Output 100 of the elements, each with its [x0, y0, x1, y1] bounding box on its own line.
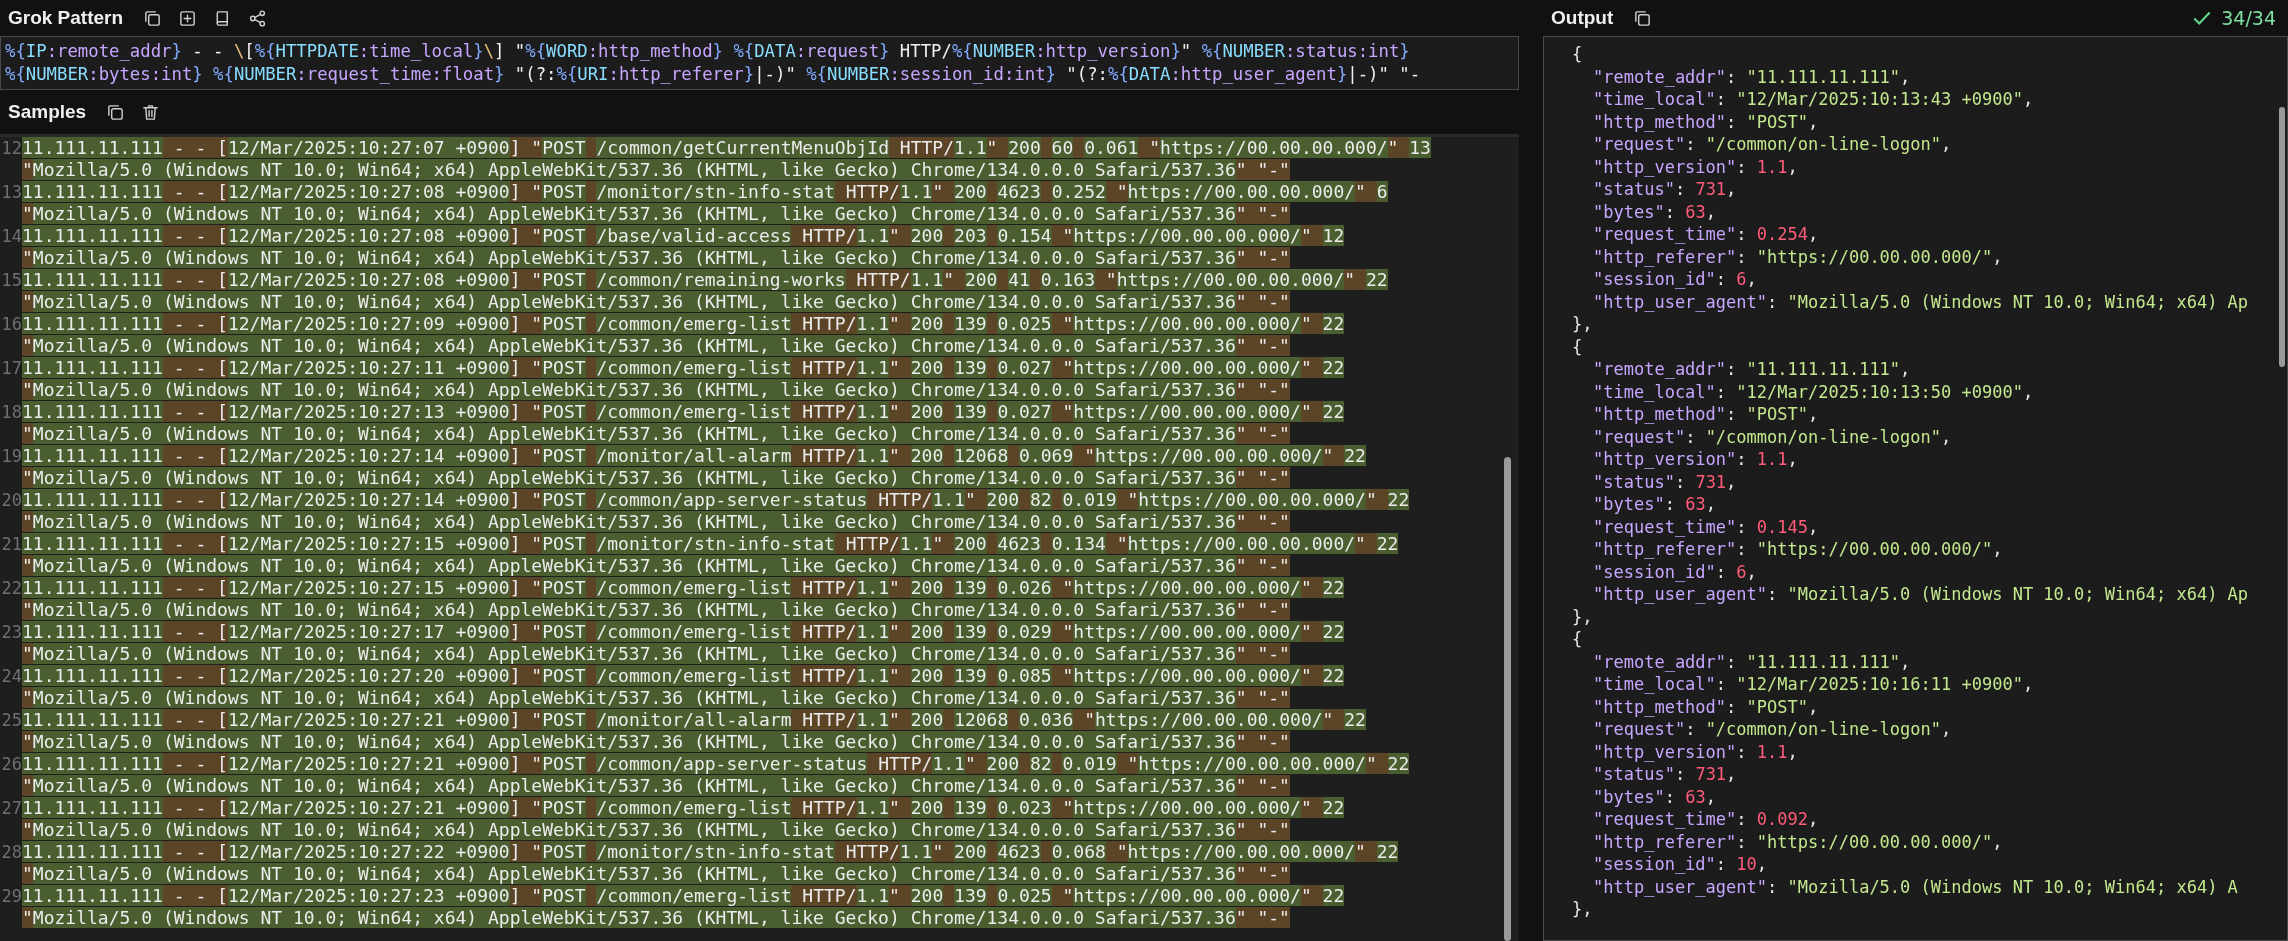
json-line: "status": 731, [1592, 763, 1738, 786]
log-line: 11.111.11.111 - - [12/Mar/2025:10:27:13 +0900] "POST /common/emerg-list HTTP/1.1" 200 139 0.027 "https://00.00.00.000/" 22 [22, 401, 1345, 423]
json-line: "bytes": 63, [1592, 785, 1717, 808]
panel-title: Samples [8, 101, 87, 123]
log-line: 11.111.11.111 - - [12/Mar/2025:10:27:14 +0900] "POST /monitor/all-alarm HTTP/1.1" 200 12068 0.069 "https://00.00.00.000/" 22 [22, 445, 1366, 467]
log-line: 11.111.11.111 - - [12/Mar/2025:10:27:20 +0900] "POST /common/emerg-list HTTP/1.1" 200 139 0.085 "https://00.00.00.000/" 22 [22, 665, 1345, 687]
scrollbar[interactable] [2279, 107, 2285, 367]
log-line: 11.111.11.111 - - [12/Mar/2025:10:27:14 +0900] "POST /common/app-server-status HTTP/1.1" 200 82 0.019 "https://00.00.00.000/" 22 [22, 489, 1410, 511]
log-line: "Mozilla/5.0 (Windows NT 10.0; Win64; x64) AppleWebKit/537.36 (KHTML, like Gecko) Chrome/134.0.0.0 Safari/537.36" "-" [22, 379, 1290, 401]
line-number: 15 [1, 270, 22, 290]
json-line: "bytes": 63, [1592, 493, 1717, 516]
json-line: "remote_addr": "11.111.11.111", [1592, 650, 1912, 673]
log-line: "Mozilla/5.0 (Windows NT 10.0; Win64; x64) AppleWebKit/537.36 (KHTML, like Gecko) Chrome/134.0.0.0 Safari/537.36" "-" [22, 599, 1290, 621]
json-line: "http_user_agent": "Mozilla/5.0 (Windows NT 10.0; Win64; x64) A [1592, 875, 2239, 898]
json-line: "http_user_agent": "Mozilla/5.0 (Windows NT 10.0; Win64; x64) Ap [1592, 290, 2250, 313]
line-number: 18 [1, 402, 22, 422]
log-line: 11.111.11.111 - - [12/Mar/2025:10:27:09 +0900] "POST /common/emerg-list HTTP/1.1" 200 139 0.025 "https://00.00.00.000/" 22 [22, 313, 1345, 335]
log-line: "Mozilla/5.0 (Windows NT 10.0; Win64; x64) AppleWebKit/537.36 (KHTML, like Gecko) Chrome/134.0.0.0 Safari/537.36" "-" [22, 203, 1290, 225]
log-line: 11.111.11.111 - - [12/Mar/2025:10:27:08 +0900] "POST /common/remaining-works HTTP/1.1" 200 41 0.163 "https://00.00.00.000/" 22 [22, 269, 1388, 291]
log-line: 11.111.11.111 - - [12/Mar/2025:10:27:23 +0900] "POST /common/emerg-list HTTP/1.1" 200 139 0.025 "https://00.00.00.000/" 22 [22, 885, 1345, 907]
json-line: { [1571, 628, 1584, 651]
log-line: "Mozilla/5.0 (Windows NT 10.0; Win64; x64) AppleWebKit/537.36 (KHTML, like Gecko) Chrome/134.0.0.0 Safari/537.36" "-" [22, 555, 1290, 577]
log-line: 11.111.11.111 - - [12/Mar/2025:10:27:15 +0900] "POST /common/emerg-list HTTP/1.1" 200 139 0.026 "https://00.00.00.000/" 22 [22, 577, 1345, 599]
log-line: "Mozilla/5.0 (Windows NT 10.0; Win64; x64) AppleWebKit/537.36 (KHTML, like Gecko) Chrome/134.0.0.0 Safari/537.36" "-" [22, 643, 1290, 665]
log-line: "Mozilla/5.0 (Windows NT 10.0; Win64; x64) AppleWebKit/537.36 (KHTML, like Gecko) Chrome/134.0.0.0 Safari/537.36" "-" [22, 863, 1290, 885]
log-line: "Mozilla/5.0 (Windows NT 10.0; Win64; x64) AppleWebKit/537.36 (KHTML, like Gecko) Chrome/134.0.0.0 Safari/537.36" "-" [22, 467, 1290, 489]
json-line: { [1571, 43, 1584, 66]
json-line: "http_user_agent": "Mozilla/5.0 (Windows NT 10.0; Win64; x64) Ap [1592, 583, 2250, 606]
copy-icon[interactable] [106, 102, 126, 122]
json-line: }, [1571, 313, 1594, 336]
line-number: 20 [1, 490, 22, 510]
json-line: "remote_addr": "11.111.11.111", [1592, 65, 1912, 88]
json-line: "http_method": "POST", [1592, 403, 1820, 426]
json-line: "request": "/common/on-line-logon", [1592, 133, 1953, 156]
json-line: "bytes": 63, [1592, 200, 1717, 223]
json-line: "request": "/common/on-line-logon", [1592, 718, 1953, 741]
log-line: "Mozilla/5.0 (Windows NT 10.0; Win64; x64) AppleWebKit/537.36 (KHTML, like Gecko) Chrome/134.0.0.0 Safari/537.36" "-" [22, 159, 1290, 181]
json-line: "http_referer": "https://00.00.00.000/", [1592, 538, 2004, 561]
log-line: "Mozilla/5.0 (Windows NT 10.0; Win64; x64) AppleWebKit/537.36 (KHTML, like Gecko) Chrome/134.0.0.0 Safari/537.36" "-" [22, 687, 1290, 709]
json-line: "request_time": 0.092, [1592, 808, 1820, 831]
log-line: "Mozilla/5.0 (Windows NT 10.0; Win64; x64) AppleWebKit/537.36 (KHTML, like Gecko) Chrome/134.0.0.0 Safari/537.36" "-" [22, 291, 1290, 313]
trash-icon[interactable] [141, 102, 161, 122]
log-line: "Mozilla/5.0 (Windows NT 10.0; Win64; x64) AppleWebKit/537.36 (KHTML, like Gecko) Chrome/134.0.0.0 Safari/537.36" "-" [22, 907, 1290, 929]
json-line: "request_time": 0.145, [1592, 515, 1820, 538]
json-line: "time_local": "12/Mar/2025:10:13:43 +0900", [1592, 88, 2035, 111]
log-line: 11.111.11.111 - - [12/Mar/2025:10:27:15 +0900] "POST /monitor/stn-info-stat HTTP/1.1" 200 4623 0.134 "https://00.00.00.000/" 22 [22, 533, 1399, 555]
line-number: 16 [1, 314, 22, 334]
log-line: "Mozilla/5.0 (Windows NT 10.0; Win64; x64) AppleWebKit/537.36 (KHTML, like Gecko) Chrome/134.0.0.0 Safari/537.36" "-" [22, 247, 1290, 269]
json-line: "http_referer": "https://00.00.00.000/", [1592, 830, 2004, 853]
line-number: 27 [1, 798, 22, 818]
log-line: 11.111.11.111 - - [12/Mar/2025:10:27:21 +0900] "POST /common/app-server-status HTTP/1.1" 200 82 0.019 "https://00.00.00.000/" 22 [22, 753, 1410, 775]
panel-title: Grok Pattern [8, 7, 124, 29]
log-line: 11.111.11.111 - - [12/Mar/2025:10:27:11 +0900] "POST /common/emerg-list HTTP/1.1" 200 139 0.027 "https://00.00.00.000/" 22 [22, 357, 1345, 379]
line-number: 19 [1, 446, 22, 466]
line-number: 21 [1, 534, 22, 554]
json-line: "session_id": 6, [1592, 560, 1758, 583]
log-line: 11.111.11.111 - - [12/Mar/2025:10:27:08 +0900] "POST /base/valid-access HTTP/1.1" 200 203 0.154 "https://00.00.00.000/" 12 [22, 225, 1345, 247]
json-line: "status": 731, [1592, 178, 1738, 201]
json-line: "status": 731, [1592, 470, 1738, 493]
json-line: "http_version": 1.1, [1592, 740, 1799, 763]
json-line: }, [1571, 605, 1594, 628]
json-line: "http_method": "POST", [1592, 110, 1820, 133]
line-number: 23 [1, 622, 22, 642]
json-line: "time_local": "12/Mar/2025:10:16:11 +0900", [1592, 673, 2035, 696]
line-number: 25 [1, 710, 22, 730]
pattern-field[interactable]: %{IP:remote_addr} - - \[%{HTTPDATE:time_local}\] "%{WORD:http_method} %{DATA:request} HTTP/%{NUMBER:http_version}" %{NUMBER:status:int} %{NUMBER:bytes:int} %{NUMBER:request_time:float} "(?:%{URI:http_referer}|-)" %{NUMBER:session_id:int} "(?:%{DATA:http_user_agent}|-)" "- [0, 36, 1519, 90]
panel-title: Output [1551, 7, 1614, 29]
line-number: 29 [1, 886, 22, 906]
line-number: 14 [1, 226, 22, 246]
line-number: 28 [1, 842, 22, 862]
json-line: }, [1571, 898, 1594, 921]
line-number: 24 [1, 666, 22, 686]
log-line: 11.111.11.111 - - [12/Mar/2025:10:27:08 +0900] "POST /monitor/stn-info-stat HTTP/1.1" 200 4623 0.252 "https://00.00.00.000/" 6 [22, 181, 1388, 203]
json-line: "http_method": "POST", [1592, 695, 1820, 718]
log-line: "Mozilla/5.0 (Windows NT 10.0; Win64; x64) AppleWebKit/537.36 (KHTML, like Gecko) Chrome/134.0.0.0 Safari/537.36" "-" [22, 731, 1290, 753]
line-number: 17 [1, 358, 22, 378]
json-line: "http_version": 1.1, [1592, 448, 1799, 471]
log-line: "Mozilla/5.0 (Windows NT 10.0; Win64; x64) AppleWebKit/537.36 (KHTML, like Gecko) Chrome/134.0.0.0 Safari/537.36" "-" [22, 775, 1290, 797]
json-line: "remote_addr": "11.111.11.111", [1592, 358, 1912, 381]
log-line: 11.111.11.111 - - [12/Mar/2025:10:27:21 +0900] "POST /common/emerg-list HTTP/1.1" 200 139 0.023 "https://00.00.00.000/" 22 [22, 797, 1345, 819]
log-line: 11.111.11.111 - - [12/Mar/2025:10:27:22 +0900] "POST /monitor/stn-info-stat HTTP/1.1" 200 4623 0.068 "https://00.00.00.000/" 22 [22, 841, 1399, 863]
log-line: "Mozilla/5.0 (Windows NT 10.0; Win64; x64) AppleWebKit/537.36 (KHTML, like Gecko) Chrome/134.0.0.0 Safari/537.36" "-" [22, 423, 1290, 445]
log-line: 11.111.11.111 - - [12/Mar/2025:10:27:21 +0900] "POST /monitor/all-alarm HTTP/1.1" 200 12068 0.036 "https://00.00.00.000/" 22 [22, 709, 1366, 731]
log-line: 11.111.11.111 - - [12/Mar/2025:10:27:17 +0900] "POST /common/emerg-list HTTP/1.1" 200 139 0.029 "https://00.00.00.000/" 22 [22, 621, 1345, 643]
copy-icon[interactable] [1633, 8, 1653, 28]
json-line: "http_version": 1.1, [1592, 155, 1799, 178]
json-line: "request": "/common/on-line-logon", [1592, 425, 1953, 448]
copy-icon[interactable] [143, 8, 163, 28]
line-number: 22 [1, 578, 22, 598]
json-line: { [1571, 335, 1584, 358]
add-icon[interactable] [178, 8, 198, 28]
json-line: "time_local": "12/Mar/2025:10:13:50 +0900", [1592, 380, 2035, 403]
json-line: "http_referer": "https://00.00.00.000/", [1592, 245, 2004, 268]
line-number: 26 [1, 754, 22, 774]
share-icon[interactable] [248, 8, 268, 28]
json-line: "session_id": 10, [1592, 853, 1769, 876]
json-line: "request_time": 0.254, [1592, 223, 1820, 246]
scrollbar[interactable] [1504, 457, 1511, 941]
log-line: 11.111.11.111 - - [12/Mar/2025:10:27:07 +0900] "POST /common/getCurrentMenuObjId HTTP/1.1" 200 60 0.061 "https://00.00.00.000/" 13 [22, 137, 1431, 159]
log-line: "Mozilla/5.0 (Windows NT 10.0; Win64; x64) AppleWebKit/537.36 (KHTML, like Gecko) Chrome/134.0.0.0 Safari/537.36" "-" [22, 819, 1290, 841]
